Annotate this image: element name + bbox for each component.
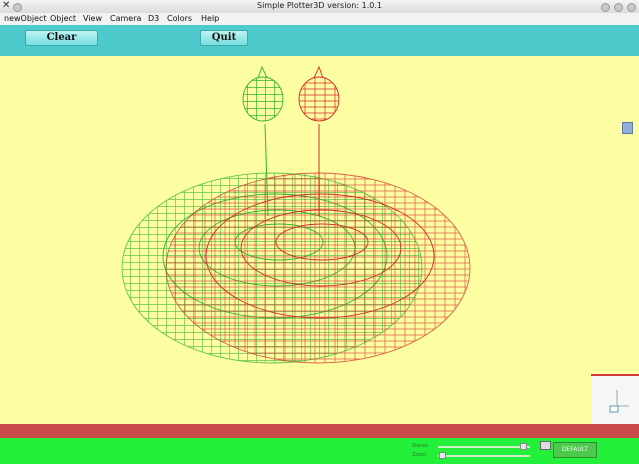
- maximize-icon[interactable]: [614, 3, 623, 12]
- zoom-slider-label: Zoom: [412, 452, 427, 458]
- clear-button[interactable]: Clear: [25, 30, 98, 46]
- title-bar: ✕ Simple Plotter3D version: 1.0.1: [0, 0, 639, 14]
- close-icon[interactable]: [627, 3, 636, 12]
- red-sphere: [298, 65, 340, 122]
- zoom-slider-handle[interactable]: [438, 452, 446, 459]
- control-panel: Stereo Zoom: [0, 438, 639, 464]
- menu-d3[interactable]: D3: [148, 14, 159, 23]
- toolbar: Clear Quit: [0, 25, 639, 56]
- menu-view[interactable]: View: [83, 14, 102, 23]
- menu-help[interactable]: Help: [201, 14, 219, 23]
- quit-button[interactable]: Quit: [200, 30, 248, 46]
- default-button[interactable]: DEFAULT: [553, 442, 597, 458]
- menu-camera[interactable]: Camera: [110, 14, 141, 23]
- stereo-slider-label: Stereo: [412, 443, 429, 449]
- plot-canvas[interactable]: [0, 56, 639, 424]
- menu-colors[interactable]: Colors: [167, 14, 192, 23]
- stereo-slider[interactable]: [438, 446, 530, 448]
- axes-indicator: [591, 374, 639, 426]
- stereo-wireframe-plot: [121, 65, 471, 364]
- axes-gizmo: [609, 390, 629, 413]
- red-surface: [165, 172, 471, 364]
- green-sphere: [242, 65, 284, 122]
- checkbox-icon[interactable]: [540, 441, 551, 450]
- stereo-slider-handle[interactable]: [519, 443, 527, 450]
- minimize-icon[interactable]: [601, 3, 610, 12]
- menu-newobject[interactable]: newObject: [4, 14, 47, 23]
- zoom-slider[interactable]: [438, 455, 530, 457]
- window-title: Simple Plotter3D version: 1.0.1: [257, 1, 382, 10]
- screen-icon[interactable]: [622, 122, 633, 134]
- menu-object[interactable]: Object: [50, 14, 76, 23]
- status-strip: [0, 424, 639, 438]
